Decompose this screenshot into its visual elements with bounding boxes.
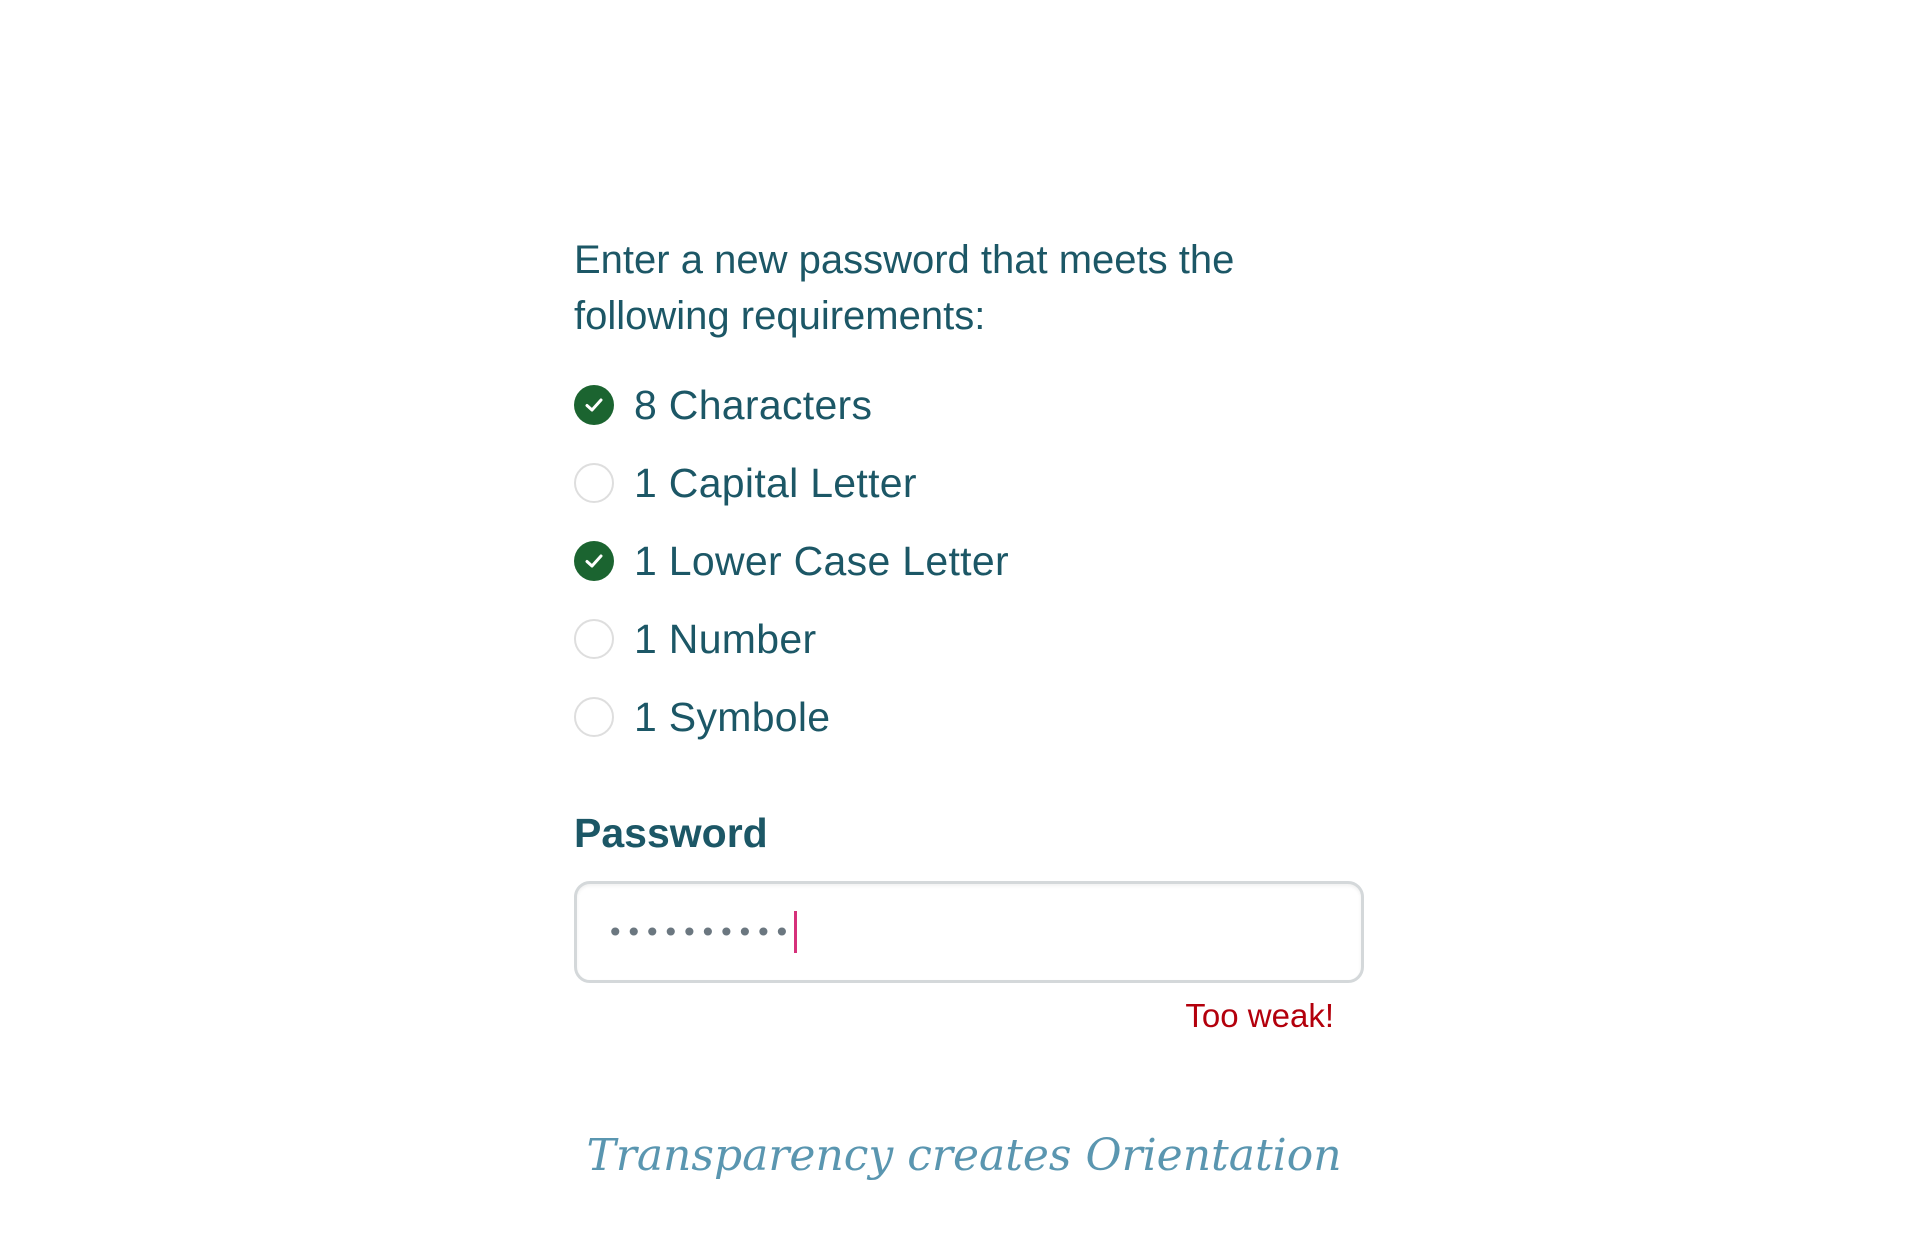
requirement-label: 8 Characters <box>634 381 873 428</box>
text-caret <box>794 911 798 953</box>
empty-circle-icon <box>574 619 614 659</box>
requirement-label: 1 Number <box>634 615 817 662</box>
requirements-list: 8 Characters 1 Capital Letter 1 Lower Ca… <box>574 366 1364 756</box>
password-input[interactable]: •••••••••• <box>574 881 1364 983</box>
requirement-symbol: 1 Symbole <box>574 678 1364 756</box>
password-masked-value[interactable]: •••••••••• <box>607 916 792 949</box>
empty-circle-icon <box>574 697 614 737</box>
password-label: Password <box>574 810 768 856</box>
password-form: Enter a new password that meets the foll… <box>574 232 1364 1035</box>
requirements-intro: Enter a new password that meets the foll… <box>574 238 1235 338</box>
requirement-lower-case-letter: 1 Lower Case Letter <box>574 522 1364 600</box>
requirement-label: 1 Symbole <box>634 693 831 740</box>
requirement-label: 1 Lower Case Letter <box>634 537 1009 584</box>
check-circle-icon <box>574 541 614 581</box>
requirement-number: 1 Number <box>574 600 1364 678</box>
check-circle-icon <box>574 385 614 425</box>
requirement-8-characters: 8 Characters <box>574 366 1364 444</box>
empty-circle-icon <box>574 463 614 503</box>
requirement-capital-letter: 1 Capital Letter <box>574 444 1364 522</box>
tagline: Transparency creates Orientation <box>586 1130 1342 1181</box>
requirement-label: 1 Capital Letter <box>634 459 917 506</box>
password-strength-message: Too weak! <box>1185 997 1334 1034</box>
